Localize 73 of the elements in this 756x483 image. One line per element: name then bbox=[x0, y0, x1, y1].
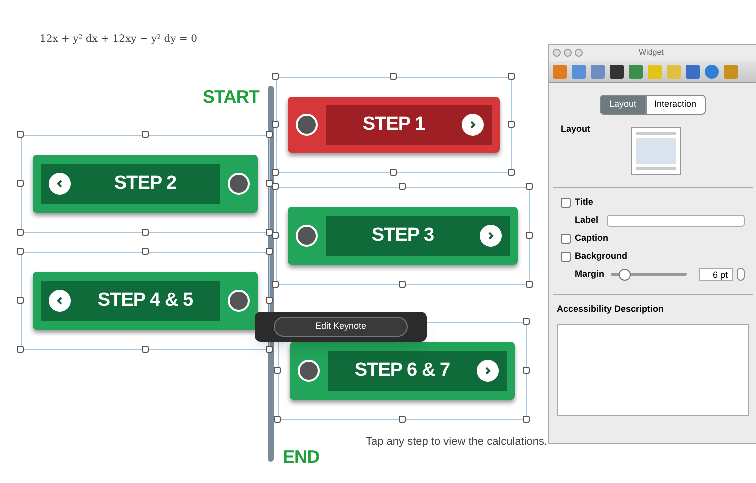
chevron-left-icon bbox=[49, 290, 71, 312]
resize-handle[interactable] bbox=[17, 180, 24, 187]
resize-handle[interactable] bbox=[526, 183, 533, 190]
connector-knob-icon bbox=[228, 290, 250, 312]
step-label: STEP 2 bbox=[113, 172, 178, 196]
resize-handle[interactable] bbox=[390, 73, 397, 80]
layout-label: Layout bbox=[561, 122, 591, 136]
resize-handle[interactable] bbox=[508, 121, 515, 128]
resize-handle[interactable] bbox=[398, 416, 406, 423]
resize-handle[interactable] bbox=[266, 346, 273, 353]
resize-handle[interactable] bbox=[272, 281, 279, 288]
connector-knob-icon bbox=[228, 173, 250, 195]
margin-slider[interactable] bbox=[611, 268, 687, 280]
toolbar-tool-icon[interactable] bbox=[610, 64, 624, 78]
resize-handle[interactable] bbox=[266, 248, 273, 255]
resize-handle[interactable] bbox=[508, 169, 515, 176]
connector-knob-icon bbox=[296, 114, 318, 136]
resize-handle[interactable] bbox=[272, 73, 279, 80]
resize-handle[interactable] bbox=[523, 416, 530, 423]
resize-handle[interactable] bbox=[523, 318, 530, 325]
resize-handle[interactable] bbox=[142, 346, 148, 353]
inspector-tab[interactable]: Layout bbox=[600, 95, 646, 114]
step-label: STEP 4 & 5 bbox=[96, 288, 194, 313]
inspector-tab[interactable]: Interaction bbox=[646, 95, 706, 114]
resize-handle[interactable] bbox=[526, 281, 533, 288]
step-button[interactable]: STEP 3 bbox=[288, 207, 518, 265]
layout-thumbnail[interactable] bbox=[630, 126, 681, 174]
margin-field[interactable]: 6 pt bbox=[699, 268, 733, 281]
checkbox[interactable] bbox=[561, 252, 571, 262]
formula-text: 12x + y² dx + 12xy − y² dy = 0 bbox=[40, 33, 198, 47]
end-label: END bbox=[283, 446, 320, 469]
resize-handle[interactable] bbox=[399, 281, 406, 288]
slider-thumb[interactable] bbox=[618, 268, 631, 280]
edit-keynote-button[interactable]: Edit Keynote bbox=[274, 317, 408, 337]
chevron-right-icon bbox=[480, 225, 502, 247]
resize-handle[interactable] bbox=[274, 367, 281, 374]
checkbox-label: Title bbox=[575, 196, 594, 209]
step-label: STEP 6 & 7 bbox=[354, 358, 452, 383]
resize-handle[interactable] bbox=[523, 367, 530, 374]
accessibility-label: Accessibility Description bbox=[556, 302, 666, 316]
resize-handle[interactable] bbox=[17, 297, 24, 304]
stepper-icon[interactable] bbox=[737, 268, 745, 281]
step-button[interactable]: STEP 6 & 7 bbox=[290, 342, 515, 400]
connector-knob-icon bbox=[298, 360, 320, 382]
checkbox-label: Caption bbox=[575, 232, 608, 245]
resize-handle[interactable] bbox=[142, 131, 148, 138]
resize-handle[interactable] bbox=[17, 229, 24, 236]
resize-handle[interactable] bbox=[17, 131, 24, 138]
resize-handle[interactable] bbox=[17, 346, 24, 353]
field-label: Label bbox=[575, 214, 600, 227]
connector-knob-icon bbox=[296, 225, 318, 247]
step-label: STEP 1 bbox=[362, 112, 426, 137]
slider-label: Margin bbox=[575, 268, 606, 281]
chevron-right-icon bbox=[462, 114, 484, 136]
step-button[interactable]: STEP 1 bbox=[288, 97, 500, 153]
resize-handle[interactable] bbox=[142, 248, 148, 255]
checkbox-label: Background bbox=[575, 250, 628, 263]
checkbox[interactable] bbox=[561, 234, 571, 244]
start-label: START bbox=[203, 86, 260, 109]
resize-handle[interactable] bbox=[17, 248, 24, 255]
step-button[interactable]: STEP 4 & 5 bbox=[33, 272, 258, 330]
resize-handle[interactable] bbox=[508, 73, 515, 80]
resize-handle[interactable] bbox=[274, 416, 281, 423]
step-button[interactable]: STEP 2 bbox=[33, 155, 258, 213]
window-title: Widget bbox=[639, 47, 664, 59]
resize-handle[interactable] bbox=[266, 297, 273, 304]
resize-handle[interactable] bbox=[526, 232, 533, 239]
step-label: STEP 3 bbox=[370, 224, 436, 248]
chevron-right-icon bbox=[477, 360, 499, 382]
chevron-left-icon bbox=[49, 173, 71, 195]
resize-handle[interactable] bbox=[142, 229, 148, 236]
caption-text: Tap any step to view the calculations. bbox=[366, 435, 548, 450]
checkbox[interactable] bbox=[561, 198, 571, 208]
